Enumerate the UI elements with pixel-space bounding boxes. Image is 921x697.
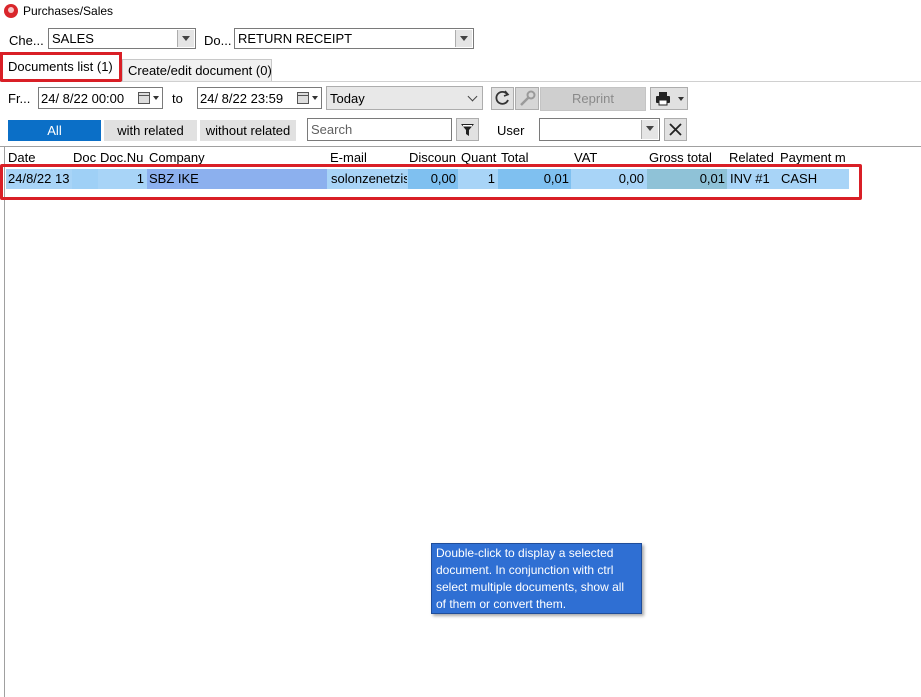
from-date-value: 24/ 8/22 00:00 <box>41 91 125 106</box>
refresh-button[interactable] <box>491 87 514 110</box>
print-button[interactable] <box>650 87 688 110</box>
chevron-down-icon[interactable] <box>177 30 194 47</box>
chevron-down-icon[interactable] <box>467 91 478 102</box>
wrench-icon <box>520 90 536 106</box>
check-type-select[interactable]: SALES <box>48 28 196 49</box>
user-select[interactable] <box>539 118 660 141</box>
to-label: to <box>172 91 183 106</box>
period-value: Today <box>330 91 365 106</box>
tab-create-edit-document[interactable]: Create/edit document (0) <box>122 59 272 81</box>
tooltip: Double-click to display a selected docum… <box>431 543 642 614</box>
filter-button[interactable] <box>456 118 479 141</box>
document-type-value: RETURN RECEIPT <box>238 31 353 46</box>
column-header-date[interactable]: Date <box>8 150 70 165</box>
filter-without-related-button[interactable]: without related <box>200 120 296 141</box>
chevron-down-icon[interactable] <box>153 96 159 100</box>
check-label: Che... <box>9 33 44 48</box>
clear-user-button[interactable] <box>664 118 687 141</box>
period-select[interactable]: Today <box>326 86 483 110</box>
grid-top-border <box>0 146 921 147</box>
column-header-email[interactable]: E-mail <box>330 150 406 165</box>
from-label: Fr... <box>8 91 31 106</box>
refresh-icon <box>495 90 510 105</box>
chevron-down-icon[interactable] <box>455 30 472 47</box>
search-input[interactable]: Search <box>307 118 452 141</box>
grid-left-border <box>4 146 5 697</box>
highlight-documents-tab <box>0 52 122 82</box>
reprint-button[interactable]: Reprint <box>540 87 646 111</box>
to-date-value: 24/ 8/22 23:59 <box>200 91 284 106</box>
title-bar: Purchases/Sales <box>0 0 921 24</box>
chevron-down-icon[interactable] <box>678 97 684 101</box>
chevron-down-icon[interactable] <box>312 96 318 100</box>
app-icon <box>4 4 18 18</box>
chevron-down-icon[interactable] <box>641 120 658 139</box>
to-date-picker[interactable]: 24/ 8/22 23:59 <box>197 87 322 109</box>
column-header-payment-method[interactable]: Payment m <box>780 150 848 165</box>
user-label: User <box>497 123 525 138</box>
document-type-select[interactable]: RETURN RECEIPT <box>234 28 474 49</box>
close-icon <box>669 123 682 136</box>
filter-all-button[interactable]: All <box>8 120 101 141</box>
document-type-label: Do... <box>204 33 232 48</box>
column-header-vat[interactable]: VAT <box>574 150 646 165</box>
column-header-total[interactable]: Total <box>501 150 571 165</box>
check-type-value: SALES <box>52 31 94 46</box>
column-header-doc[interactable]: Doc <box>73 150 98 165</box>
column-header-doc-number[interactable]: Doc.Nu <box>100 150 146 165</box>
filter-with-related-button[interactable]: with related <box>104 120 197 141</box>
column-header-discount[interactable]: Discoun <box>409 150 458 165</box>
column-header-quantity[interactable]: Quant <box>461 150 497 165</box>
column-header-company[interactable]: Company <box>149 150 327 165</box>
highlight-selected-row <box>0 164 862 200</box>
funnel-icon <box>461 124 474 136</box>
from-date-picker[interactable]: 24/ 8/22 00:00 <box>38 87 163 109</box>
column-header-gross-total[interactable]: Gross total <box>649 150 727 165</box>
calendar-icon[interactable] <box>138 92 150 104</box>
printer-icon <box>656 92 670 106</box>
tools-button[interactable] <box>515 87 539 110</box>
search-placeholder: Search <box>311 122 353 137</box>
tab-strip-line <box>0 81 921 82</box>
window-title: Purchases/Sales <box>23 4 114 18</box>
column-header-related[interactable]: Related <box>729 150 777 165</box>
calendar-icon[interactable] <box>297 92 309 104</box>
